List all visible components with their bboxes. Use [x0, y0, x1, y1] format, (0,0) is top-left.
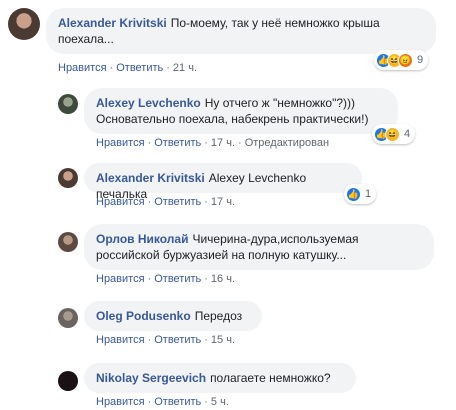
- reactions-summary[interactable]: 👍 😆 4: [372, 124, 416, 144]
- avatar[interactable]: [8, 8, 40, 40]
- like-button[interactable]: Нравится: [96, 137, 145, 149]
- avatar[interactable]: [58, 308, 78, 328]
- comment-actions: Нравится · Ответить · 21 ч.: [58, 62, 198, 74]
- avatar[interactable]: [58, 168, 78, 188]
- angry-face-icon: 😠: [398, 52, 413, 68]
- reply-button[interactable]: Ответить: [154, 196, 201, 208]
- comment-text: Передоз: [194, 309, 243, 323]
- reaction-count: 9: [417, 54, 424, 66]
- avatar[interactable]: [58, 371, 78, 391]
- timestamp[interactable]: 15 ч.: [211, 334, 235, 346]
- reply-button[interactable]: Ответить: [154, 334, 201, 346]
- comment-bubble: Oleg Podusenko Передоз: [84, 301, 262, 331]
- thumbs-up-icon: 👍: [346, 186, 361, 202]
- like-button[interactable]: Нравится: [96, 273, 145, 285]
- comment-author[interactable]: Alexander Krivitski: [96, 171, 205, 185]
- reply-button[interactable]: Ответить: [154, 396, 201, 408]
- like-button[interactable]: Нравится: [96, 396, 145, 408]
- comment-actions: Нравится · Ответить · 17 ч.: [96, 196, 236, 208]
- comment-author[interactable]: Nikolay Sergeevich: [96, 371, 206, 385]
- haha-face-icon: 😆: [385, 126, 400, 142]
- comment-actions: Нравится · Ответить · 5 ч.: [96, 396, 229, 408]
- comment-actions: Нравится · Ответить · 17 ч. · Отредактирован: [96, 137, 330, 149]
- comment-author[interactable]: Oleg Podusenko: [96, 309, 191, 323]
- comment-bubble: Alexander Krivitski По-моему, так у неё н…: [46, 8, 436, 54]
- avatar[interactable]: [58, 232, 78, 252]
- comment-bubble: Alexey Levchenko Ну отчего ж "немножко"?)…: [84, 88, 398, 134]
- comment-bubble: Орлов Николай Чичерина-дура,используемая …: [84, 224, 434, 270]
- reply-button[interactable]: Ответить: [154, 273, 201, 285]
- like-button[interactable]: Нравится: [96, 196, 145, 208]
- comment-bubble: Nikolay Sergeevich полагаете немножко?: [84, 363, 356, 393]
- timestamp[interactable]: 17 ч.: [211, 196, 235, 208]
- comment-text: полагаете немножко?: [210, 371, 331, 385]
- comment-actions: Нравится · Ответить · 16 ч.: [96, 273, 236, 285]
- reaction-count: 1: [365, 188, 372, 200]
- comment-actions: Нравится · Ответить · 15 ч.: [96, 334, 236, 346]
- edited-label[interactable]: Отредактирован: [245, 137, 329, 149]
- like-button[interactable]: Нравится: [58, 62, 107, 74]
- timestamp[interactable]: 16 ч.: [211, 273, 235, 285]
- comment-bubble: Alexander Krivitski Alexey Levchenko печа…: [84, 163, 362, 201]
- reply-button[interactable]: Ответить: [154, 137, 201, 149]
- timestamp[interactable]: 5 ч.: [211, 396, 229, 408]
- timestamp[interactable]: 17 ч.: [211, 137, 235, 149]
- reply-button[interactable]: Ответить: [116, 62, 163, 74]
- comment-author[interactable]: Орлов Николай: [96, 232, 188, 246]
- like-button[interactable]: Нравится: [96, 334, 145, 346]
- avatar[interactable]: [58, 94, 78, 114]
- reactions-summary[interactable]: 👍 1: [344, 184, 377, 204]
- reaction-count: 4: [404, 128, 411, 140]
- comment-author[interactable]: Alexander Krivitski: [58, 16, 167, 30]
- reactions-summary[interactable]: 👍 😆 😠 9: [374, 50, 429, 70]
- timestamp[interactable]: 21 ч.: [173, 62, 197, 74]
- comment-author[interactable]: Alexey Levchenko: [96, 96, 201, 110]
